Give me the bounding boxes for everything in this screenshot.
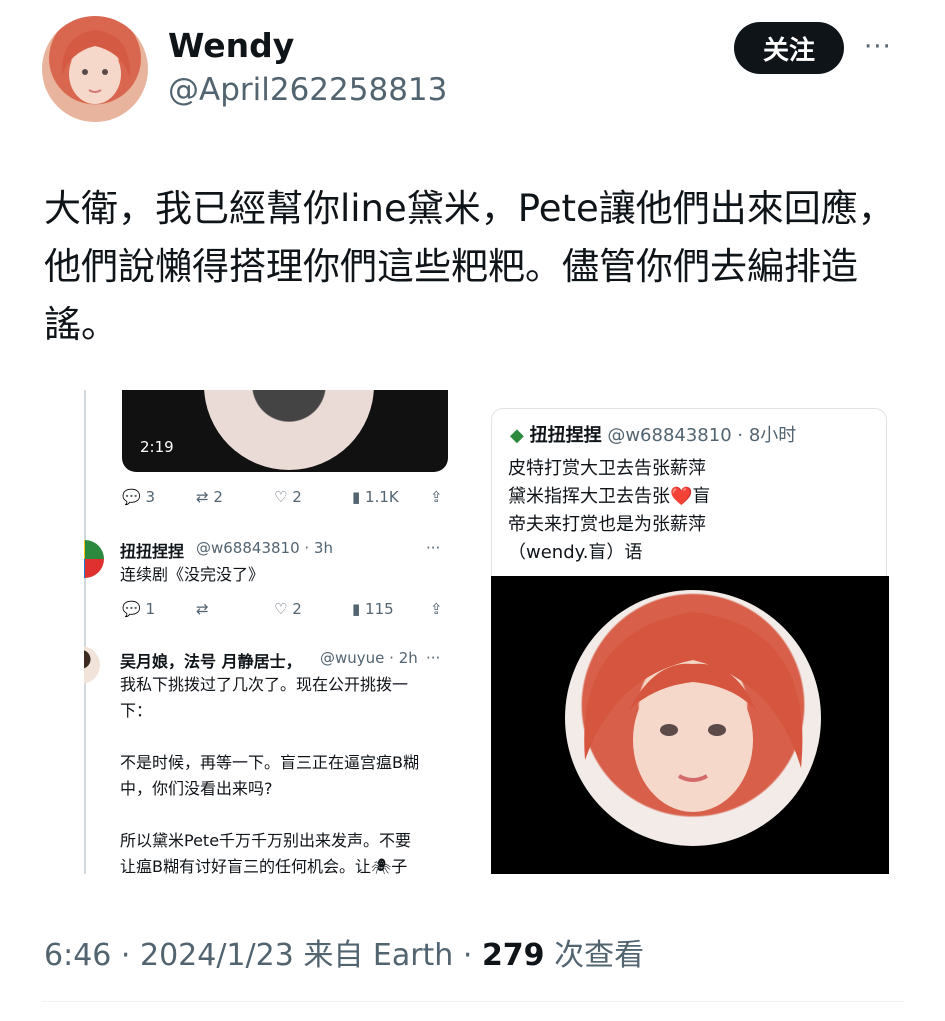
- like-count: 2: [292, 600, 302, 618]
- reply-avatar: [84, 540, 104, 578]
- reply-more-icon: ···: [426, 539, 441, 557]
- share-icon: ⇪: [430, 488, 443, 506]
- reply-handle: @w68843810 · 3h: [196, 539, 333, 557]
- embedded-video: 2:19: [122, 390, 448, 472]
- like-count-icon: ♡ 2: [274, 600, 302, 618]
- view-label: 次查看: [544, 938, 645, 973]
- reply-name: 吴月娘，法号 月静居士，: [120, 652, 302, 671]
- retweet-count: 2: [213, 488, 223, 506]
- flag-icon: ◆: [510, 425, 524, 446]
- author-name[interactable]: Wendy: [168, 26, 294, 65]
- like-count-icon: ♡ 2: [274, 488, 302, 506]
- reply-count-icon: 💬 3: [122, 488, 155, 506]
- card-name: 扭扭捏捏: [529, 425, 602, 446]
- reply-name: 扭扭捏捏: [120, 542, 185, 561]
- divider: [42, 1001, 904, 1002]
- retweet-icon: ⇄: [196, 600, 209, 618]
- reply-text: 我私下挑拨过了几次了。现在公开挑拨一 下： 不是时候，再等一下。盲三正在逼宫瘟B…: [120, 675, 419, 874]
- view-total[interactable]: 279: [482, 938, 545, 973]
- follow-button[interactable]: 关注: [734, 22, 844, 74]
- quoted-card: ◆ 扭扭捏捏 @w68843810 · 8小时 皮特打赏大卫去告张薪萍 黛米指挥…: [491, 408, 887, 577]
- like-count: 2: [292, 488, 302, 506]
- author-avatar[interactable]: [42, 16, 148, 122]
- author-handle[interactable]: @April262258813: [168, 72, 447, 108]
- reply-text: 连续剧《没完没了》: [120, 565, 265, 584]
- avatar-image-panel: [491, 576, 889, 874]
- video-thumbnail: [204, 390, 374, 470]
- view-count-icon: ▮ 115: [352, 600, 394, 618]
- card-header: ◆ 扭扭捏捏 @w68843810 · 8小时: [510, 421, 796, 447]
- view-count-icon: ▮ 1.1K: [352, 488, 399, 506]
- portrait-image: [565, 590, 821, 846]
- reply-count: 1: [145, 600, 155, 618]
- tweet-time: 6:46 · 2024/1/23 来自 Earth ·: [44, 938, 482, 973]
- card-handle: @w68843810 · 8小时: [607, 425, 797, 446]
- card-text: 皮特打赏大卫去告张薪萍 黛米指挥大卫去告张❤️盲 帝夫来打赏也是为张薪萍 （we…: [508, 458, 711, 563]
- reply-count-icon: 💬 1: [122, 600, 155, 618]
- view-count: 1.1K: [365, 488, 399, 506]
- reply-count: 3: [145, 488, 155, 506]
- share-icon: ⇪: [430, 600, 443, 618]
- thread-line: [84, 390, 86, 874]
- reply-avatar: [84, 646, 100, 684]
- video-duration: 2:19: [140, 438, 174, 456]
- more-options-icon[interactable]: ···: [864, 32, 892, 62]
- tweet-image[interactable]: 2:19 💬 3 ⇄ 2 ♡ 2 ▮ 1.1K ⇪ 扭扭捏捏 @w6884381…: [84, 390, 892, 874]
- reply-more-icon: ···: [426, 649, 441, 667]
- retweet-count-icon: ⇄ 2: [196, 488, 223, 506]
- tweet-text: 大衛，我已經幫你line黛米，Pete讓他們出來回應，他們說懶得搭理你們這些粑粑…: [44, 187, 895, 346]
- view-count: 115: [365, 600, 394, 618]
- tweet-meta: 6:46 · 2024/1/23 来自 Earth · 279 次查看: [44, 930, 644, 974]
- reply-handle: @wuyue · 2h: [320, 649, 418, 667]
